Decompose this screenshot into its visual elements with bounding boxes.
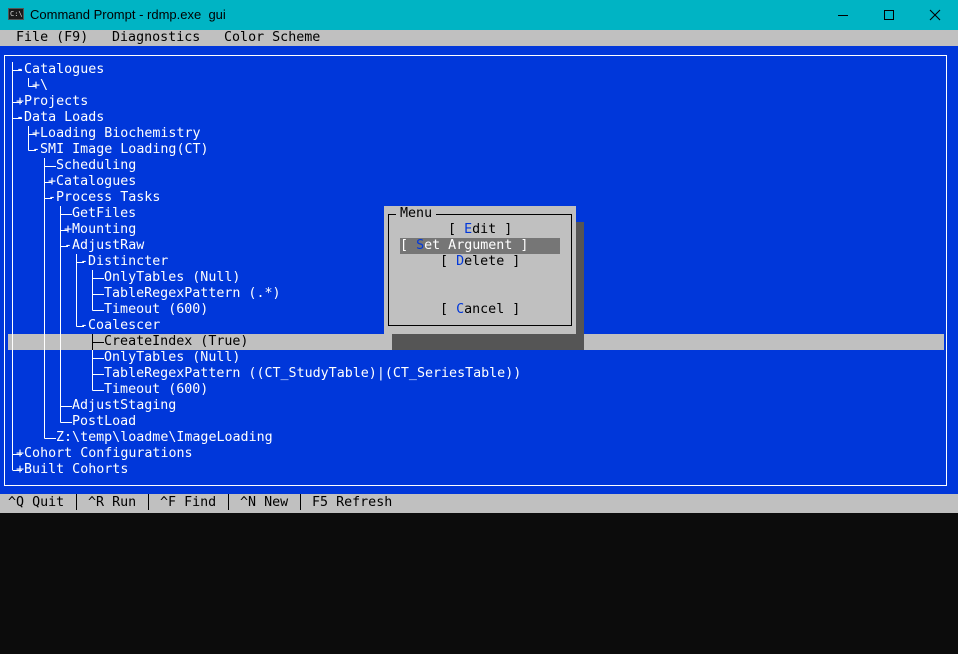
status-divider: [148, 494, 149, 510]
status-refresh[interactable]: F5 Refresh: [312, 495, 392, 511]
tree-node[interactable]: -Process Tasks: [48, 190, 160, 206]
edit-button[interactable]: [ Edit ]: [448, 222, 512, 238]
status-new[interactable]: ^N New: [240, 495, 288, 511]
menu-dialog: Menu [ Edit ] [ Set Argument ] [ Delete …: [384, 206, 576, 334]
tree-node[interactable]: OnlyTables (Null): [104, 350, 240, 366]
status-divider: [76, 494, 77, 510]
menu-color-scheme[interactable]: Color Scheme: [224, 30, 320, 46]
tree-node[interactable]: +Built Cohorts: [16, 462, 128, 478]
tree-node[interactable]: Timeout (600): [104, 302, 208, 318]
tree-node[interactable]: -Distincter: [80, 254, 168, 270]
menubar: File (F9) Diagnostics Color Scheme: [0, 30, 958, 46]
maximize-icon[interactable]: [866, 0, 912, 30]
window-titlebar[interactable]: C:\ Command Prompt - rdmp.exe gui: [0, 0, 958, 30]
console-icon: C:\: [8, 8, 24, 20]
tree-node[interactable]: -AdjustRaw: [64, 238, 144, 254]
status-divider: [300, 494, 301, 510]
tree-node[interactable]: OnlyTables (Null): [104, 270, 240, 286]
status-run[interactable]: ^R Run: [88, 495, 136, 511]
menu-diagnostics[interactable]: Diagnostics: [112, 30, 200, 46]
tree-node[interactable]: +Projects: [16, 94, 88, 110]
tree-node[interactable]: +Cohort Configurations: [16, 446, 193, 462]
tree-node[interactable]: +Catalogues: [48, 174, 136, 190]
tree-node[interactable]: +Loading Biochemistry: [32, 126, 201, 142]
tree-node[interactable]: TableRegexPattern (.*): [104, 286, 281, 302]
tree-node[interactable]: +\: [32, 78, 48, 94]
close-icon[interactable]: [912, 0, 958, 30]
tree-node[interactable]: Scheduling: [56, 158, 136, 174]
tree-node[interactable]: -SMI Image Loading(CT): [32, 142, 209, 158]
tree-node[interactable]: Z:\temp\loadme\ImageLoading: [56, 430, 273, 446]
delete-button[interactable]: [ Delete ]: [440, 254, 520, 270]
menu-file[interactable]: File (F9): [16, 30, 88, 46]
status-divider: [228, 494, 229, 510]
tree-node[interactable]: TableRegexPattern ((CT_StudyTable)|(CT_S…: [104, 366, 521, 382]
tree-node[interactable]: +Mounting: [64, 222, 136, 238]
window-title: Command Prompt - rdmp.exe gui: [30, 7, 226, 22]
status-quit[interactable]: ^Q Quit: [8, 495, 64, 511]
set-argument-button[interactable]: [ Set Argument ]: [400, 238, 560, 254]
tree-node[interactable]: PostLoad: [72, 414, 136, 430]
tree-node[interactable]: -Data Loads: [16, 110, 104, 126]
cancel-button[interactable]: [ Cancel ]: [440, 302, 520, 318]
minimize-icon[interactable]: [820, 0, 866, 30]
tree-node[interactable]: -Coalescer: [80, 318, 160, 334]
tree-node[interactable]: Timeout (600): [104, 382, 208, 398]
tree-node-selected[interactable]: CreateIndex (True): [104, 334, 248, 350]
tree-node[interactable]: GetFiles: [72, 206, 136, 222]
statusbar: ^Q Quit ^R Run ^F Find ^N New F5 Refresh: [0, 494, 958, 513]
dialog-title: Menu: [396, 206, 437, 222]
tree-node[interactable]: -Catalogues: [16, 62, 104, 78]
status-find[interactable]: ^F Find: [160, 495, 216, 511]
tree-node[interactable]: AdjustStaging: [72, 398, 176, 414]
